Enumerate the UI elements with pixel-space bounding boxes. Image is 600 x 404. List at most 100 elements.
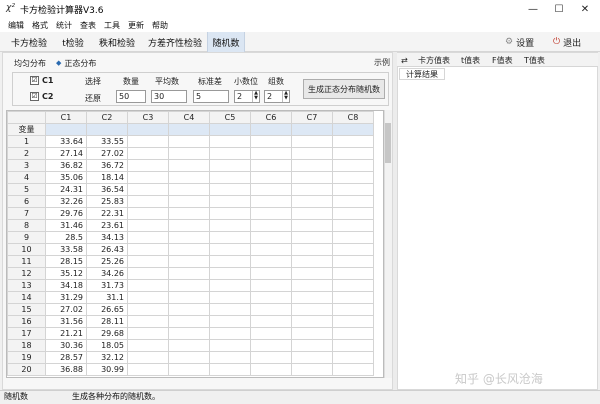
data-cell[interactable] [127,363,169,376]
tab-chi-square[interactable]: 卡方检验 [3,32,55,52]
data-cell[interactable]: 29.76 [45,207,87,220]
variable-name-cell[interactable] [250,123,292,136]
data-cell[interactable]: 27.02 [86,147,128,160]
data-cell[interactable] [168,339,210,352]
data-cell[interactable] [291,171,333,184]
data-cell[interactable] [127,255,169,268]
data-cell[interactable] [332,243,374,256]
data-cell[interactable] [332,135,374,148]
data-cell[interactable] [168,147,210,160]
spinner-arrows-icon[interactable]: ▲ ▼ [252,91,259,102]
data-cell[interactable] [250,183,292,196]
data-cell[interactable] [127,351,169,364]
data-cell[interactable] [127,279,169,292]
data-cell[interactable] [291,243,333,256]
data-cell[interactable] [127,303,169,316]
data-cell[interactable] [127,267,169,280]
data-cell[interactable] [168,135,210,148]
tab-big-t-table[interactable]: T值表 [524,54,545,66]
data-cell[interactable] [168,195,210,208]
column-header[interactable]: C7 [291,111,333,124]
data-cell[interactable]: 28.57 [45,351,87,364]
data-cell[interactable]: 18.05 [86,339,128,352]
data-cell[interactable] [250,303,292,316]
tab-variance-homogeneity[interactable]: 方差齐性检验 [143,32,207,52]
data-cell[interactable] [250,279,292,292]
maximize-button[interactable]: ☐ [548,0,570,18]
data-cell[interactable] [250,159,292,172]
data-cell[interactable] [291,363,333,376]
data-cell[interactable] [291,327,333,340]
data-cell[interactable] [209,147,251,160]
data-cell[interactable]: 28.11 [86,315,128,328]
data-cell[interactable] [250,291,292,304]
data-cell[interactable] [291,159,333,172]
data-cell[interactable] [250,255,292,268]
tab-t-table[interactable]: t值表 [461,54,480,66]
data-cell[interactable] [291,339,333,352]
checkbox-c1[interactable]: ☑ C1 [30,76,53,85]
data-cell[interactable] [291,267,333,280]
subtab-normal[interactable]: ◆ 正态分布 [56,57,96,69]
data-cell[interactable] [291,231,333,244]
data-cell[interactable] [250,351,292,364]
data-cell[interactable] [209,171,251,184]
data-cell[interactable] [209,339,251,352]
data-cell[interactable]: 36.82 [45,159,87,172]
example-link[interactable]: 示例 [374,57,390,68]
data-cell[interactable] [291,351,333,364]
column-header[interactable]: C6 [250,111,292,124]
data-cell[interactable]: 32.12 [86,351,128,364]
data-cell[interactable] [332,363,374,376]
groups-spinner[interactable]: 2 ▲ ▼ [264,90,290,103]
settings-button[interactable]: ⚙ 设置 [505,34,534,50]
data-cell[interactable] [250,327,292,340]
data-cell[interactable] [291,135,333,148]
select-link[interactable]: 选择 [85,76,101,87]
data-grid[interactable]: C1 C2 C3 C4 C5 C6 C7 C8 变量 133.64 33.55 … [6,110,384,378]
data-cell[interactable]: 25.26 [86,255,128,268]
data-cell[interactable] [250,195,292,208]
data-cell[interactable]: 32.26 [45,195,87,208]
data-cell[interactable] [209,159,251,172]
data-cell[interactable] [168,363,210,376]
data-cell[interactable]: 18.14 [86,171,128,184]
checkbox-c2-box[interactable]: ☑ [30,92,39,101]
data-cell[interactable] [250,363,292,376]
data-cell[interactable]: 36.54 [86,183,128,196]
data-cell[interactable] [291,219,333,232]
data-cell[interactable] [209,303,251,316]
data-cell[interactable] [291,195,333,208]
data-cell[interactable] [209,327,251,340]
data-cell[interactable]: 33.55 [86,135,128,148]
data-cell[interactable] [250,219,292,232]
data-cell[interactable] [209,207,251,220]
menu-update[interactable]: 更新 [124,20,148,31]
data-cell[interactable] [332,231,374,244]
column-header[interactable]: C1 [45,111,87,124]
data-cell[interactable] [127,243,169,256]
data-cell[interactable] [168,315,210,328]
data-cell[interactable]: 34.13 [86,231,128,244]
data-cell[interactable]: 34.26 [86,267,128,280]
column-header[interactable]: C5 [209,111,251,124]
tab-f-table[interactable]: F值表 [492,54,513,66]
tab-t-test[interactable]: t检验 [56,32,90,52]
data-cell[interactable]: 33.58 [45,243,87,256]
data-cell[interactable] [209,363,251,376]
data-cell[interactable] [168,291,210,304]
data-cell[interactable] [127,339,169,352]
data-cell[interactable] [209,315,251,328]
data-cell[interactable]: 29.68 [86,327,128,340]
data-cell[interactable]: 31.29 [45,291,87,304]
close-button[interactable]: ✕ [574,0,596,18]
data-cell[interactable] [332,183,374,196]
data-cell[interactable]: 31.1 [86,291,128,304]
variable-name-cell[interactable] [291,123,333,136]
data-cell[interactable] [250,243,292,256]
data-cell[interactable] [250,267,292,280]
data-cell[interactable] [332,315,374,328]
data-cell[interactable]: 31.46 [45,219,87,232]
data-cell[interactable]: 31.56 [45,315,87,328]
data-cell[interactable] [209,183,251,196]
